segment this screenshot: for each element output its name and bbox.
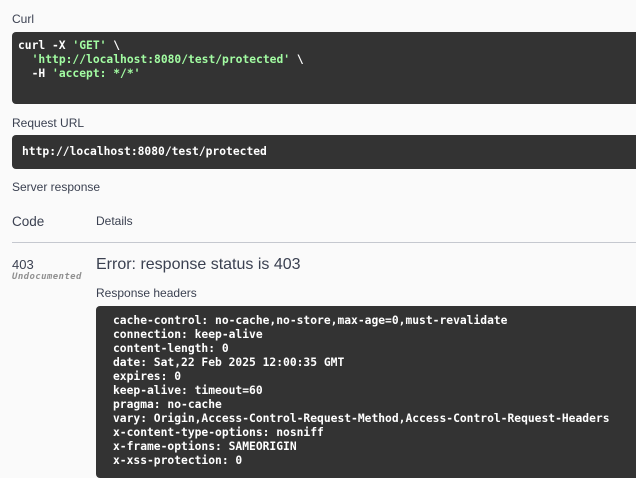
- curl-header-flag: -H: [18, 67, 53, 80]
- error-message: Error: response status is 403: [96, 256, 301, 273]
- response-headers-block[interactable]: cache-control: no-cache,no-store,max-age…: [96, 306, 636, 478]
- curl-line-continuation: \: [290, 53, 304, 66]
- curl-url: 'http://localhost:8080/test/protected': [31, 53, 291, 66]
- curl-line-1: curl -X 'GET' \: [18, 39, 636, 53]
- details-column-header: Details: [96, 214, 133, 228]
- curl-method: 'GET': [72, 39, 107, 52]
- undocumented-badge: Undocumented: [12, 272, 82, 282]
- request-url-value: http://localhost:8080/test/protected: [22, 145, 267, 158]
- response-header-line: x-frame-options: SAMEORIGIN: [113, 440, 297, 453]
- request-url-block[interactable]: http://localhost:8080/test/protected: [12, 135, 636, 169]
- curl-line-continuation: \: [106, 39, 121, 52]
- response-header-line: connection: keep-alive: [113, 328, 263, 341]
- response-header-line: pragma: no-cache: [113, 398, 222, 411]
- response-header-line: date: Sat,22 Feb 2025 12:00:35 GMT: [113, 356, 345, 369]
- curl-command-block[interactable]: curl -X 'GET' \ 'http://localhost:8080/t…: [12, 32, 636, 104]
- response-header-line: x-xss-protection: 0: [113, 454, 243, 467]
- response-table-divider: [12, 242, 636, 243]
- response-headers-label: Response headers: [96, 286, 197, 300]
- curl-line-3: -H 'accept: */*': [18, 67, 636, 81]
- curl-cmd: curl -X: [18, 39, 73, 52]
- curl-header-value: 'accept: */*': [52, 67, 141, 80]
- response-header-line: expires: 0: [113, 370, 182, 383]
- request-url-label: Request URL: [12, 116, 85, 130]
- curl-line-2: 'http://localhost:8080/test/protected' \: [18, 53, 636, 67]
- response-status-code: 403: [12, 257, 34, 272]
- response-header-line: x-content-type-options: nosniff: [113, 426, 324, 439]
- response-header-line: keep-alive: timeout=60: [113, 384, 263, 397]
- curl-label: Curl: [12, 12, 35, 26]
- response-header-line: content-length: 0: [113, 342, 229, 355]
- response-header-line: vary: Origin,Access-Control-Request-Meth…: [113, 412, 610, 425]
- code-column-header: Code: [12, 214, 45, 229]
- response-header-line: cache-control: no-cache,no-store,max-age…: [113, 314, 508, 327]
- server-response-label: Server response: [12, 180, 101, 194]
- curl-indent: [18, 53, 32, 66]
